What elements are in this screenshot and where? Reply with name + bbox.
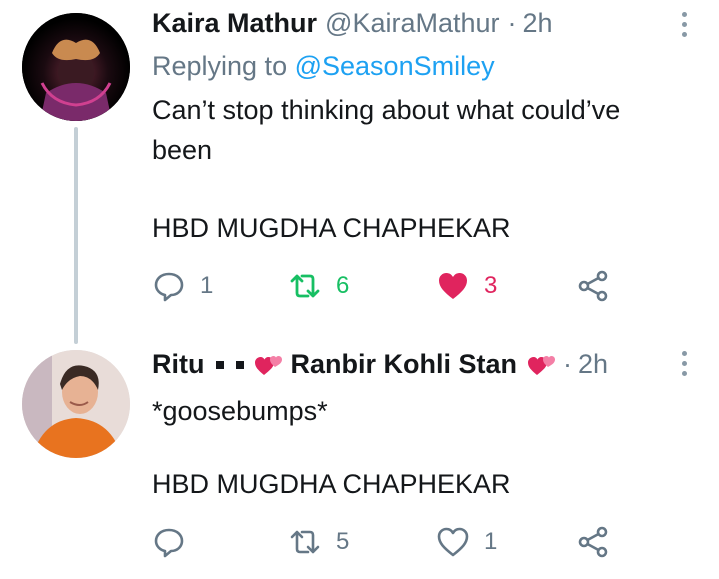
tweet-text: HBD MUGDHA CHAPHEKAR [152, 213, 511, 243]
thread-line [74, 127, 78, 344]
author-name-suffix[interactable]: Ranbir Kohli Stan [290, 349, 517, 380]
like-button[interactable]: 3 [436, 266, 497, 306]
tweet-text: HBD MUGDHA CHAPHEKAR [152, 469, 511, 499]
heart-emoji [528, 355, 555, 375]
more-icon[interactable] [681, 12, 687, 37]
separator: · [563, 349, 572, 379]
tweet-header: Kaira Mathur @KairaMathur · 2h [152, 8, 553, 39]
retweet-button[interactable]: 6 [288, 266, 349, 306]
reply-count: 1 [200, 272, 214, 299]
tweet[interactable]: Ritu Ranbir Kohli Stan · 2h *goosebumps*… [0, 330, 719, 579]
tweet[interactable]: Kaira Mathur @KairaMathur · 2h Replying … [0, 0, 719, 344]
retweet-count: 5 [336, 528, 350, 555]
tweet-text: Can’t stop thinking about what could’ve [152, 95, 621, 125]
share-icon [578, 526, 608, 558]
mention-link[interactable]: @SeasonSmiley [295, 51, 495, 81]
square-glyph [216, 360, 225, 369]
like-count: 3 [484, 272, 498, 299]
reply-icon [154, 528, 184, 558]
share-icon [578, 270, 608, 302]
timestamp[interactable]: 2h [523, 8, 553, 39]
tweet-header: Ritu Ranbir Kohli Stan · 2h [152, 349, 608, 380]
author-name[interactable]: Kaira Mathur [152, 8, 317, 39]
retweet-icon [290, 274, 320, 298]
separator: · [507, 8, 517, 38]
action-bar: 1 6 3 [152, 266, 622, 306]
author-handle[interactable]: @KairaMathur [325, 8, 499, 39]
author-name[interactable]: Ritu [152, 349, 204, 380]
more-icon[interactable] [681, 351, 687, 376]
tweet-text: *goosebumps* [152, 396, 328, 426]
reply-icon [154, 272, 184, 302]
square-glyph [236, 360, 245, 369]
avatar[interactable] [22, 350, 130, 458]
timestamp[interactable]: 2h [578, 349, 608, 380]
retweet-icon [290, 530, 320, 554]
like-icon [439, 273, 467, 299]
reply-button[interactable]: 1 [152, 266, 213, 306]
share-button[interactable] [576, 266, 610, 306]
avatar[interactable] [22, 13, 130, 121]
like-icon [437, 527, 469, 557]
action-bar: 5 1 [152, 522, 622, 562]
like-button[interactable]: 1 [436, 522, 497, 562]
replying-prefix: Replying to [152, 51, 288, 81]
replying-to: Replying to @SeasonSmiley [152, 51, 495, 82]
heart-emoji [255, 355, 283, 375]
like-count: 1 [484, 528, 498, 555]
retweet-button[interactable]: 5 [288, 522, 349, 562]
share-button[interactable] [576, 522, 610, 562]
retweet-count: 6 [336, 272, 350, 299]
reply-button[interactable] [152, 522, 200, 562]
tweet-text: been [152, 135, 213, 165]
